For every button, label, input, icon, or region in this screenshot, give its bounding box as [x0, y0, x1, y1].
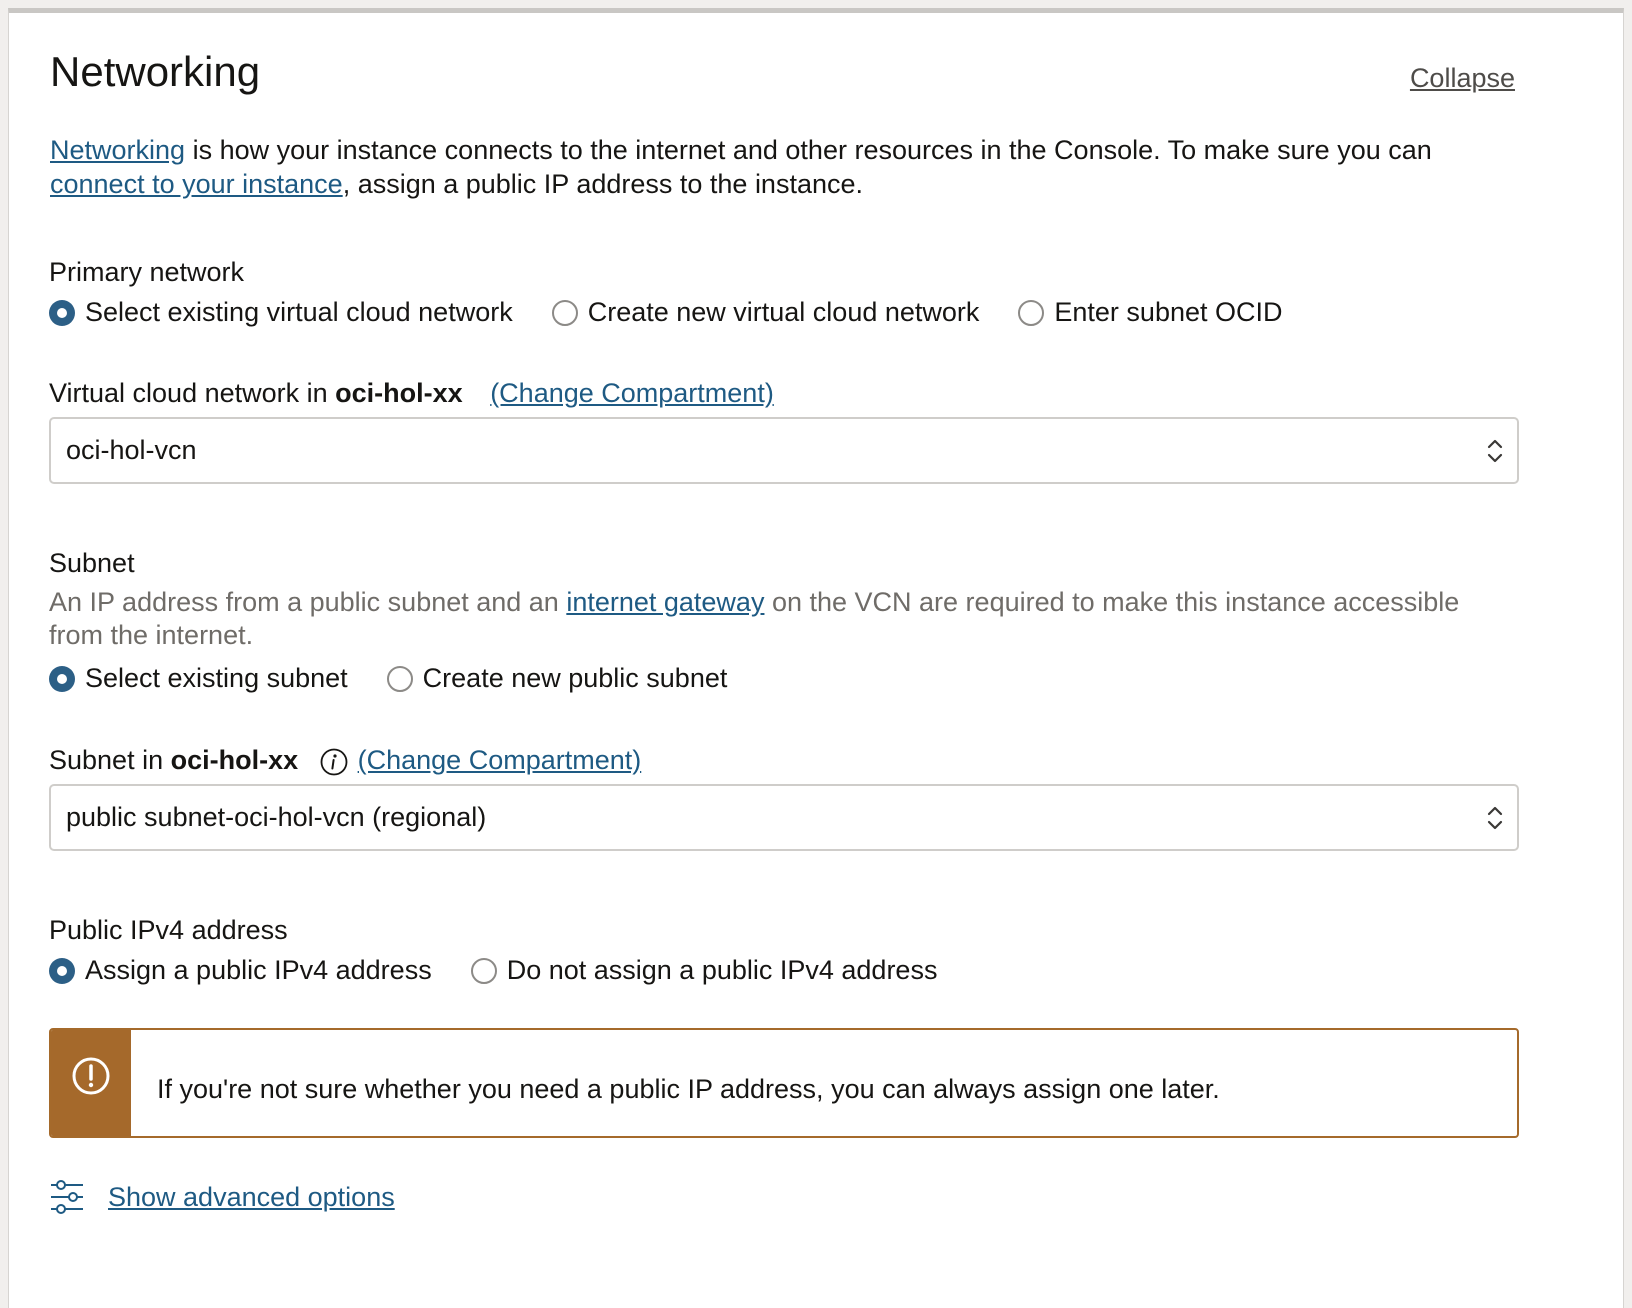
connect-instance-link[interactable]: connect to your instance: [50, 169, 343, 199]
sliders-icon: [51, 1180, 83, 1214]
vcn-select[interactable]: oci-hol-vcn: [49, 417, 1519, 484]
section-title: Networking: [50, 48, 261, 95]
radio-do-not-assign-public-ipv4[interactable]: Do not assign a public IPv4 address: [470, 955, 938, 986]
subnet-select-value: public subnet-oci-hol-vcn (regional): [66, 802, 487, 832]
radio-create-new-public-subnet[interactable]: Create new public subnet: [386, 663, 728, 694]
intro-text-part1: is how your instance connects to the int…: [185, 135, 1432, 165]
collapse-link[interactable]: Collapse: [1410, 63, 1515, 94]
public-ipv4-radio-group: Assign a public IPv4 address Do not assi…: [49, 955, 976, 986]
primary-network-label: Primary network: [49, 257, 245, 287]
vcn-label-prefix: Virtual cloud network in: [49, 378, 336, 408]
radio-selected-indicator: [49, 957, 75, 984]
chevron-up-down-icon: [1487, 439, 1503, 463]
radio-indicator: [470, 957, 497, 984]
radio-label: Create new virtual cloud network: [587, 297, 980, 327]
radio-enter-subnet-ocid[interactable]: Enter subnet OCID: [1018, 297, 1283, 328]
intro-text-part2: , assign a public IP address to the inst…: [342, 169, 864, 199]
radio-selected-indicator: [49, 665, 75, 692]
info-icon[interactable]: [320, 748, 348, 776]
subnet-select-label: Subnet in oci-hol-xx (Change Compartment…: [49, 744, 641, 776]
subnet-change-compartment-link[interactable]: (Change Compartment): [358, 745, 642, 775]
chevron-up-down-icon: [1487, 806, 1503, 830]
warning-banner: If you're not sure whether you need a pu…: [49, 1028, 1519, 1138]
primary-network-radio-group: Select existing virtual cloud network Cr…: [49, 297, 1322, 328]
vcn-compartment-name: oci-hol-xx: [335, 378, 463, 408]
show-advanced-options-link[interactable]: Show advanced options: [108, 1182, 395, 1213]
radio-create-new-vcn[interactable]: Create new virtual cloud network: [551, 297, 980, 328]
public-ipv4-label: Public IPv4 address: [49, 915, 288, 945]
radio-label: Do not assign a public IPv4 address: [506, 955, 938, 985]
vcn-select-value: oci-hol-vcn: [66, 435, 197, 465]
networking-panel: Networking Collapse Networking is how yo…: [8, 8, 1624, 1308]
radio-label: Assign a public IPv4 address: [85, 955, 432, 985]
subnet-compartment-name: oci-hol-xx: [170, 745, 299, 775]
subnet-help-text: An IP address from a public subnet and a…: [49, 586, 1509, 652]
radio-label: Enter subnet OCID: [1054, 297, 1283, 327]
radio-label: Create new public subnet: [422, 663, 728, 693]
subnet-label: Subnet: [49, 548, 135, 578]
internet-gateway-link[interactable]: internet gateway: [566, 587, 764, 617]
warning-icon-bar: [51, 1030, 131, 1136]
exclamation-circle-icon: [72, 1057, 110, 1095]
subnet-help-part1: An IP address from a public subnet and a…: [49, 587, 567, 617]
vcn-label: Virtual cloud network in oci-hol-xx (Cha…: [49, 377, 774, 409]
radio-selected-indicator: [49, 299, 75, 326]
radio-label: Select existing virtual cloud network: [85, 297, 513, 327]
networking-doc-link[interactable]: Networking: [50, 135, 185, 165]
radio-indicator: [551, 299, 578, 326]
radio-select-existing-vcn[interactable]: Select existing virtual cloud network: [49, 297, 513, 328]
vcn-change-compartment-link[interactable]: (Change Compartment): [490, 378, 774, 408]
subnet-select[interactable]: public subnet-oci-hol-vcn (regional): [49, 784, 1519, 851]
radio-label: Select existing subnet: [85, 663, 348, 693]
radio-indicator: [1018, 299, 1045, 326]
radio-assign-public-ipv4[interactable]: Assign a public IPv4 address: [49, 955, 432, 986]
subnet-radio-group: Select existing subnet Create new public…: [49, 663, 766, 694]
radio-select-existing-subnet[interactable]: Select existing subnet: [49, 663, 348, 694]
radio-indicator: [386, 665, 413, 692]
intro-text: Networking is how your instance connects…: [50, 133, 1510, 201]
subnet-label-prefix: Subnet in: [49, 745, 171, 775]
warning-message: If you're not sure whether you need a pu…: [157, 1074, 1220, 1104]
show-advanced-options[interactable]: Show advanced options: [49, 1179, 395, 1215]
